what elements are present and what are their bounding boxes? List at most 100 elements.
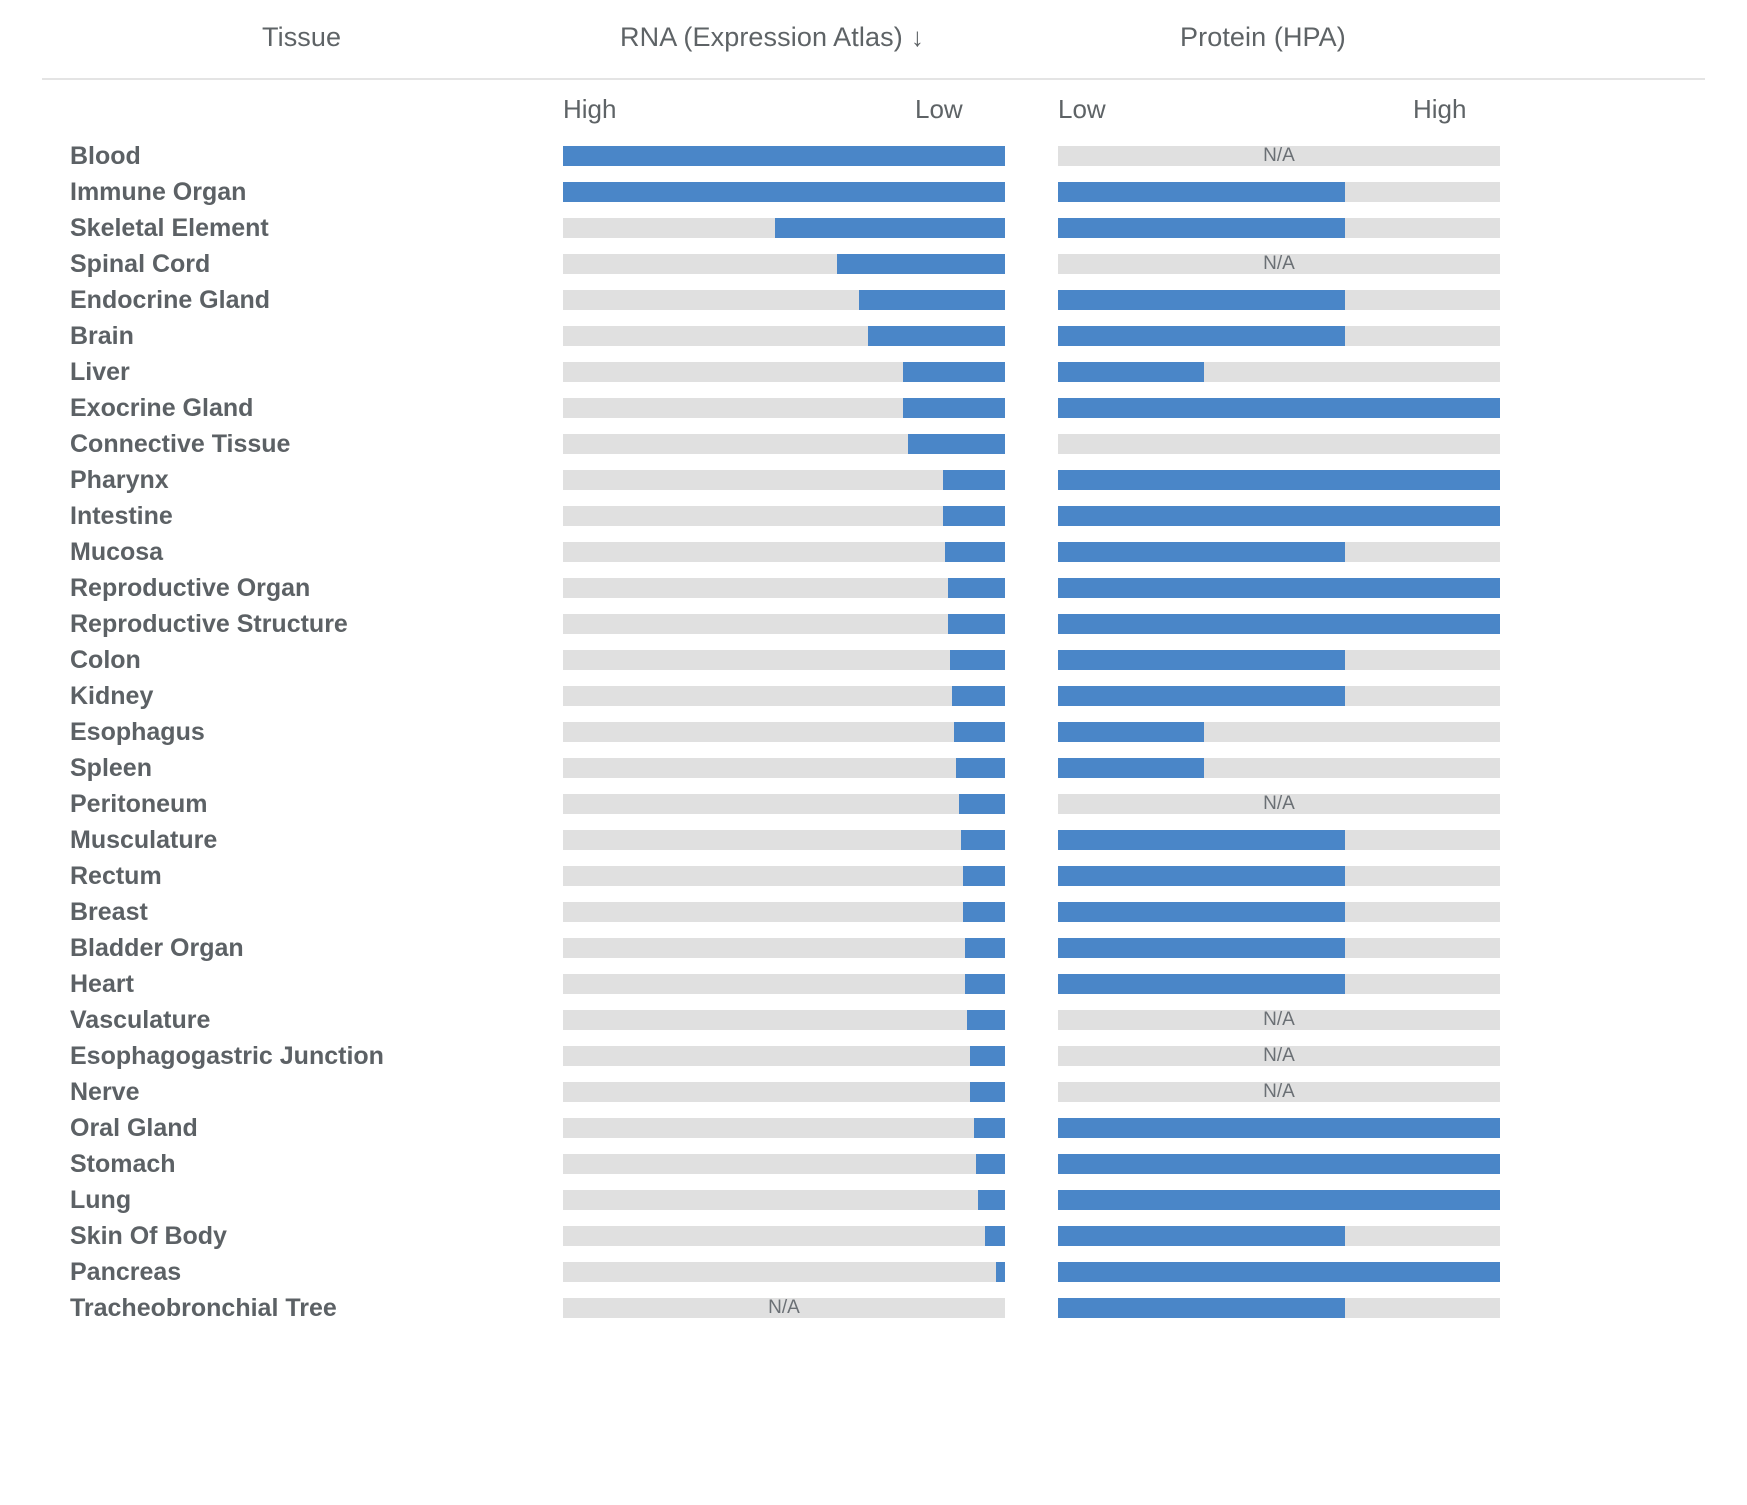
table-row[interactable]: Liver: [42, 354, 1705, 390]
rna-bar-fill: [947, 578, 1005, 598]
rna-bar-track: [563, 902, 1005, 922]
rna-bar-fill: [978, 1190, 1005, 1210]
protein-bar-fill: [1058, 1154, 1500, 1174]
rna-bar-fill: [775, 218, 1005, 238]
tissue-name: Spinal Cord: [70, 250, 211, 278]
protein-bar-track: [1058, 1154, 1500, 1174]
protein-bar-track: [1058, 938, 1500, 958]
rna-bar-fill: [943, 470, 1005, 490]
rna-bar-track: [563, 182, 1005, 202]
table-row[interactable]: Skin Of Body: [42, 1218, 1705, 1254]
rna-bar-track: [563, 218, 1005, 238]
rna-bar-track: [563, 1118, 1005, 1138]
rna-bar-fill: [965, 974, 1005, 994]
rna-bar-track: [563, 146, 1005, 166]
tissue-name: Oral Gland: [70, 1114, 198, 1142]
table-row[interactable]: Vasculature N/A: [42, 1002, 1705, 1038]
protein-bar-fill: [1058, 326, 1346, 346]
table-row[interactable]: Bladder Organ: [42, 930, 1705, 966]
table-row[interactable]: Blood N/A: [42, 138, 1705, 174]
table-row[interactable]: Spleen: [42, 750, 1705, 786]
tissue-name: Musculature: [70, 826, 218, 854]
protein-bar-track: [1058, 578, 1500, 598]
protein-bar-track: [1058, 542, 1500, 562]
tissue-name: Mucosa: [70, 538, 164, 566]
table-row[interactable]: Pancreas: [42, 1254, 1705, 1290]
table-row[interactable]: Exocrine Gland: [42, 390, 1705, 426]
table-row[interactable]: Nerve N/A: [42, 1074, 1705, 1110]
protein-bar-fill: [1058, 362, 1204, 382]
protein-na-label: N/A: [1263, 1046, 1295, 1066]
tissue-name: Brain: [70, 322, 134, 350]
rna-bar-fill: [965, 938, 1005, 958]
tissue-expression-table: Tissue RNA (Expression Atlas) ↓ Protein (…: [0, 0, 1747, 1505]
protein-bar-track: [1058, 1118, 1500, 1138]
protein-na-label: N/A: [1263, 254, 1295, 274]
rna-bar-fill: [951, 686, 1005, 706]
table-row[interactable]: Immune Organ: [42, 174, 1705, 210]
table-row[interactable]: Pharynx: [42, 462, 1705, 498]
rna-bar-track: [563, 1010, 1005, 1030]
rna-bar-track: [563, 1262, 1005, 1282]
protein-bar-track: [1058, 398, 1500, 418]
table-row[interactable]: Esophagogastric Junction N/A: [42, 1038, 1705, 1074]
protein-bar-fill: [1058, 686, 1346, 706]
protein-bar-fill: [1058, 542, 1346, 562]
rna-bar-fill: [956, 758, 1005, 778]
table-row[interactable]: Colon: [42, 642, 1705, 678]
protein-bar-track: [1058, 290, 1500, 310]
table-row[interactable]: Musculature: [42, 822, 1705, 858]
rna-bar-fill: [943, 506, 1005, 526]
column-header-protein[interactable]: Protein (HPA): [1180, 22, 1346, 53]
table-row[interactable]: Tracheobronchial Tree N/A: [42, 1290, 1705, 1326]
tissue-name: Peritoneum: [70, 790, 208, 818]
protein-na-label: N/A: [1263, 794, 1295, 814]
table-row[interactable]: Heart: [42, 966, 1705, 1002]
column-header-tissue[interactable]: Tissue: [262, 22, 341, 53]
tissue-name: Blood: [70, 142, 141, 170]
protein-bar-track: [1058, 326, 1500, 346]
arrow-down-icon[interactable]: ↓: [911, 22, 924, 53]
column-header-rna[interactable]: RNA (Expression Atlas) ↓: [620, 22, 924, 53]
protein-bar-track: [1058, 974, 1500, 994]
rna-bar-track: [563, 542, 1005, 562]
protein-bar-fill: [1058, 830, 1346, 850]
protein-bar-track: [1058, 434, 1500, 454]
protein-bar-fill: [1058, 866, 1346, 886]
table-row[interactable]: Stomach: [42, 1146, 1705, 1182]
table-row[interactable]: Endocrine Gland: [42, 282, 1705, 318]
rna-bar-track: [563, 578, 1005, 598]
rna-bar-fill: [963, 866, 1005, 886]
table-row[interactable]: Mucosa: [42, 534, 1705, 570]
table-row[interactable]: Connective Tissue: [42, 426, 1705, 462]
table-row[interactable]: Peritoneum N/A: [42, 786, 1705, 822]
table-row[interactable]: Spinal Cord N/A: [42, 246, 1705, 282]
table-row[interactable]: Esophagus: [42, 714, 1705, 750]
table-row[interactable]: Reproductive Organ: [42, 570, 1705, 606]
tissue-name: Rectum: [70, 862, 162, 890]
protein-bar-fill: [1058, 182, 1346, 202]
protein-bar-fill: [1058, 1298, 1346, 1318]
table-row[interactable]: Skeletal Element: [42, 210, 1705, 246]
rna-bar-track: [563, 470, 1005, 490]
rna-bar-track: [563, 1046, 1005, 1066]
table-row[interactable]: Breast: [42, 894, 1705, 930]
table-row[interactable]: Oral Gland: [42, 1110, 1705, 1146]
table-row[interactable]: Reproductive Structure: [42, 606, 1705, 642]
rna-bar-fill: [903, 362, 1005, 382]
protein-bar-fill: [1058, 758, 1204, 778]
protein-bar-track: [1058, 470, 1500, 490]
table-row[interactable]: Kidney: [42, 678, 1705, 714]
tissue-name: Exocrine Gland: [70, 394, 254, 422]
protein-bar-fill: [1058, 506, 1500, 526]
table-row[interactable]: Lung: [42, 1182, 1705, 1218]
table-row[interactable]: Intestine: [42, 498, 1705, 534]
rna-na-label: N/A: [768, 1298, 800, 1318]
tissue-name: Stomach: [70, 1150, 176, 1178]
table-row[interactable]: Rectum: [42, 858, 1705, 894]
table-row[interactable]: Brain: [42, 318, 1705, 354]
protein-bar-fill: [1058, 650, 1346, 670]
protein-bar-track: [1058, 1190, 1500, 1210]
protein-bar-track: [1058, 902, 1500, 922]
rna-bar-fill: [945, 542, 1005, 562]
